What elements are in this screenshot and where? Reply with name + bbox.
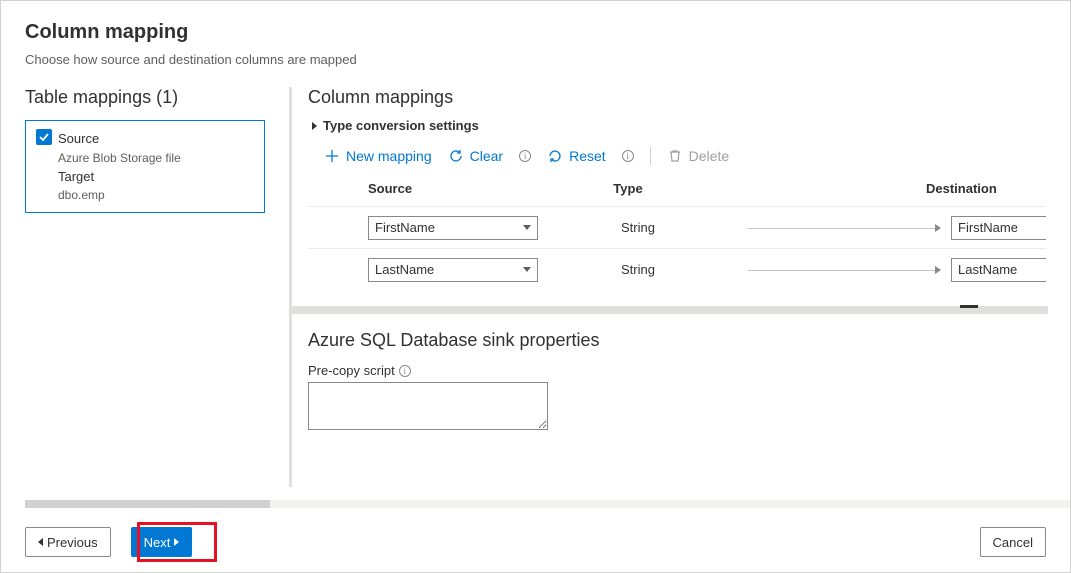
precopy-label: Pre-copy script i [308,363,1046,378]
refresh-cw-icon [547,148,563,164]
clear-button[interactable]: Clear [448,148,503,164]
mapping-source-label: Source [58,129,181,149]
destination-select[interactable]: FirstName [951,216,1046,240]
arrow-icon [738,223,951,233]
page-title: Column mapping [25,21,1046,44]
reset-button[interactable]: Reset [547,148,606,164]
delete-button: Delete [667,148,729,164]
col-header-source: Source [308,181,528,196]
next-button[interactable]: Next [131,527,193,557]
info-icon[interactable]: i [519,150,531,162]
chevron-down-icon [523,267,531,272]
type-conversion-label: Type conversion settings [323,118,479,133]
trash-icon [667,148,683,164]
type-conversion-expander[interactable]: Type conversion settings [308,118,1046,133]
chevron-right-icon [312,122,317,130]
source-select[interactable]: FirstName [368,216,538,240]
table-row: LastName String LastName [308,248,1046,290]
refresh-ccw-icon [448,148,464,164]
horizontal-scrollbar[interactable] [25,500,1070,508]
chevron-right-icon [174,538,179,546]
mapping-target-detail: dbo.emp [58,186,181,204]
mapping-target-label: Target [58,167,181,187]
col-header-destination: Destination [926,181,1046,196]
table-mappings-title: Table mappings (1) [25,87,265,108]
check-icon [36,129,52,145]
chevron-down-icon [523,225,531,230]
previous-button[interactable]: Previous [25,527,111,557]
table-mapping-card[interactable]: Source Azure Blob Storage file Target db… [25,120,265,213]
type-cell: String [538,262,738,277]
info-icon[interactable]: i [622,150,634,162]
source-select[interactable]: LastName [368,258,538,282]
chevron-left-icon [38,538,43,546]
mapping-source-detail: Azure Blob Storage file [58,149,181,167]
destination-select[interactable]: LastName [951,258,1046,282]
plus-icon [324,148,340,164]
info-icon[interactable]: i [399,365,411,377]
table-row: FirstName String FirstName [308,206,1046,248]
col-header-type: Type [528,181,728,196]
new-mapping-button[interactable]: New mapping [324,148,432,164]
splitter-handle[interactable] [292,306,1048,314]
scrollbar-thumb[interactable] [25,500,270,508]
command-bar: New mapping Clear i Reset [308,147,1046,165]
separator [650,147,651,165]
mapping-table: Source Type Destination FirstName String [308,175,1046,290]
page-subtitle: Choose how source and destination column… [25,52,1046,67]
type-cell: String [538,220,738,235]
precopy-script-textarea[interactable] [308,382,548,430]
sink-properties-title: Azure SQL Database sink properties [308,330,1046,351]
cancel-button[interactable]: Cancel [980,527,1046,557]
column-mappings-title: Column mappings [308,87,1046,108]
arrow-icon [738,265,951,275]
